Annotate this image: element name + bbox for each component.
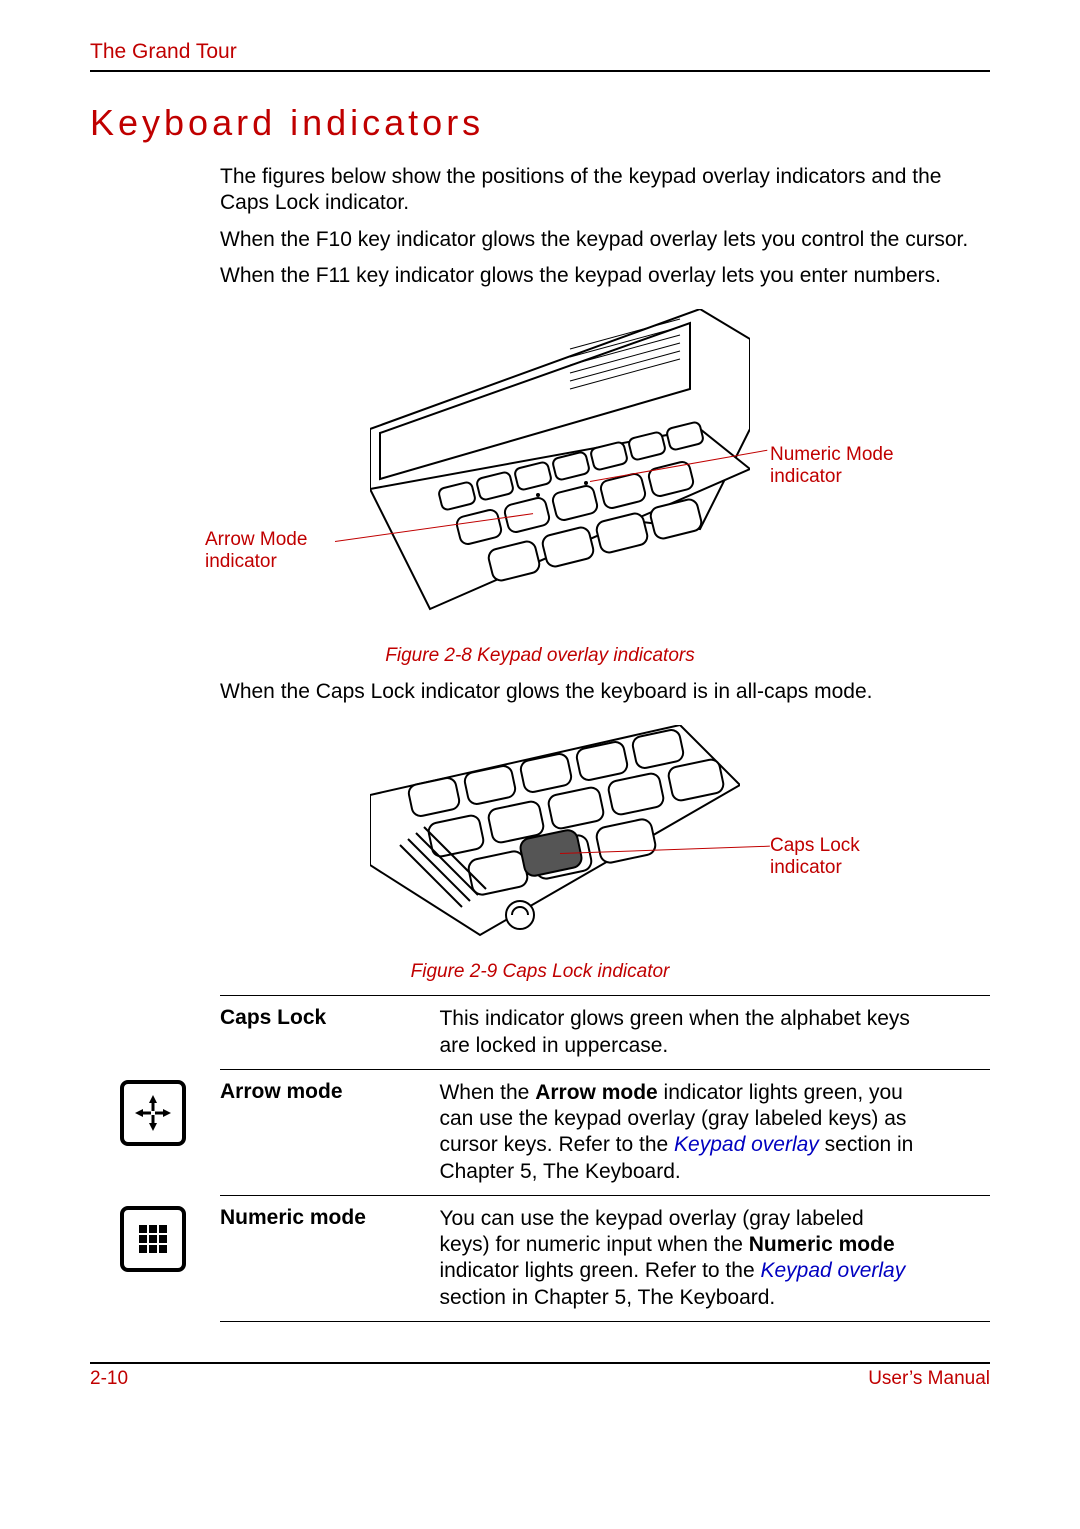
arrow-mode-icon (120, 1080, 186, 1146)
figure2-caption: Figure 2-9 Caps Lock indicator (90, 961, 990, 983)
def-desc-arrow: When the Arrow mode indicator lights gre… (439, 1080, 919, 1185)
def-rule-1 (220, 995, 990, 996)
def-row-arrow: Arrow mode When the Arrow mode indicator… (220, 1080, 990, 1185)
page: The Grand Tour Keyboard indicators The f… (0, 0, 1080, 1529)
def-term-arrow: Arrow mode (220, 1080, 435, 1104)
def-desc-capslock: This indicator glows green when the alph… (439, 1006, 919, 1059)
def-rule-4 (220, 1321, 990, 1322)
section-title: Keyboard indicators (90, 102, 990, 144)
intro-p2: When the F10 key indicator glows the key… (90, 227, 990, 253)
callout-capslock: Caps Lock indicator (770, 835, 900, 879)
figure-capslock: Caps Lock indicator (90, 725, 990, 955)
callout-numeric-mode: Numeric Mode indicator (770, 444, 930, 488)
top-rule (90, 70, 990, 72)
numeric-mode-icon-cell (120, 1206, 186, 1272)
intro-p1: The figures below show the positions of … (90, 164, 990, 217)
numeric-desc-bold: Numeric mode (749, 1233, 895, 1256)
numeric-desc-post: section in Chapter 5, The Keyboard. (439, 1286, 775, 1309)
keyboard-illustration-1 (370, 309, 750, 619)
arrow-mode-icon-cell (120, 1080, 186, 1146)
intro-p3: When the F11 key indicator glows the key… (90, 263, 990, 289)
def-row-capslock: Caps Lock This indicator glows green whe… (220, 1006, 990, 1059)
xref-keypad-overlay-2[interactable]: Keypad overlay (760, 1259, 905, 1282)
bottom-rule (90, 1362, 990, 1364)
def-term-capslock: Caps Lock (220, 1006, 435, 1030)
def-rule-2 (220, 1069, 990, 1070)
arrow-desc-pre: When the (439, 1081, 535, 1104)
footer-page-number: 2-10 (90, 1368, 128, 1390)
callout-arrow-mode: Arrow Mode indicator (205, 529, 335, 573)
numeric-desc-mid: indicator lights green. Refer to the (439, 1259, 760, 1282)
footer-doc-title: User’s Manual (868, 1368, 990, 1390)
def-desc-numeric: You can use the keypad overlay (gray lab… (439, 1206, 919, 1311)
running-head: The Grand Tour (90, 40, 990, 64)
def-term-numeric: Numeric mode (220, 1206, 435, 1230)
definition-block: Caps Lock This indicator glows green whe… (220, 995, 990, 1322)
figure-keypad-overlay: Arrow Mode indicator Numeric Mode indica… (90, 309, 990, 639)
keyboard-illustration-2 (370, 725, 740, 945)
footer: 2-10 User’s Manual (90, 1368, 990, 1390)
figure1-caption: Figure 2-8 Keypad overlay indicators (90, 645, 990, 667)
mid-text: When the Caps Lock indicator glows the k… (90, 679, 990, 705)
def-row-numeric: Numeric mode You can use the keypad over… (220, 1206, 990, 1311)
xref-keypad-overlay-1[interactable]: Keypad overlay (674, 1133, 819, 1156)
def-rule-3 (220, 1195, 990, 1196)
numeric-mode-icon (120, 1206, 186, 1272)
arrow-desc-bold: Arrow mode (535, 1081, 658, 1104)
